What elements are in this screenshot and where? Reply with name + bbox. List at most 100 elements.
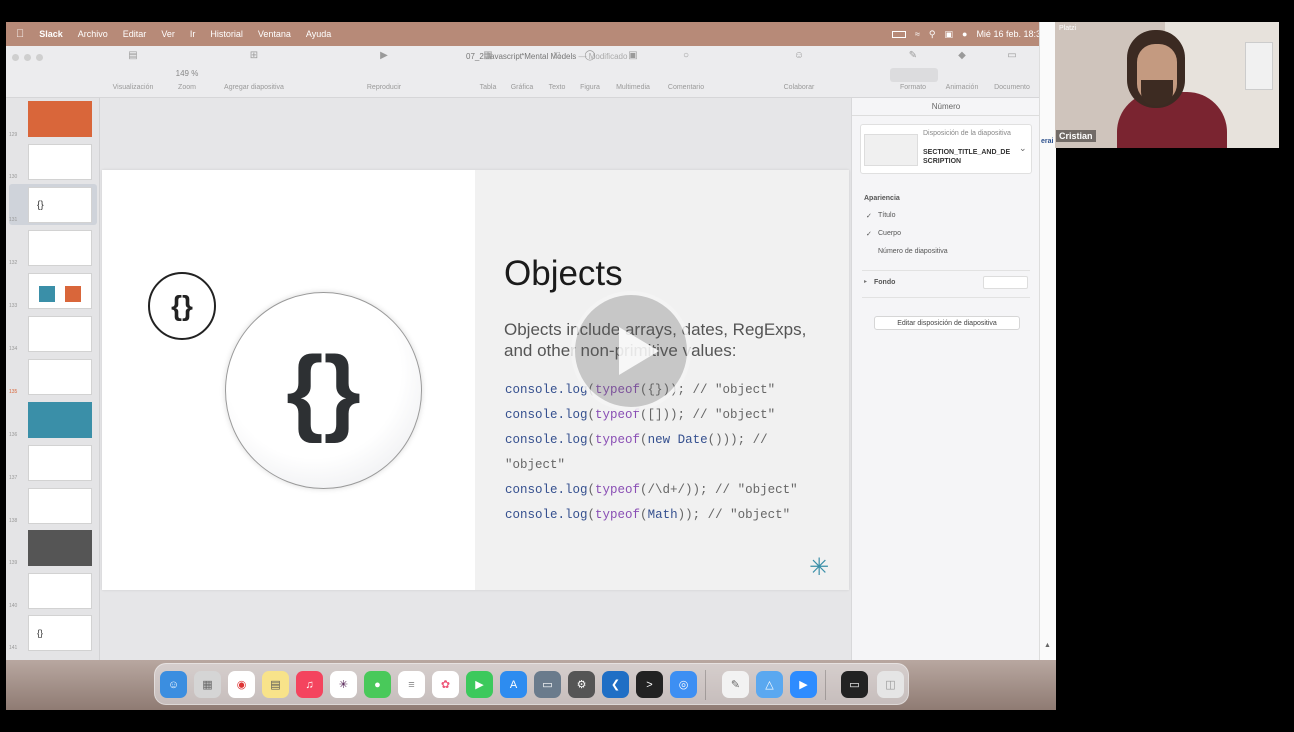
slide-number: 132 <box>9 260 18 266</box>
menu-archivo[interactable]: Archivo <box>78 29 108 39</box>
slack-icon[interactable]: ✳ <box>330 671 357 698</box>
add-slide-icon[interactable]: ⊞ <box>250 50 258 61</box>
slide-thumbnail[interactable] <box>28 445 92 481</box>
chevron-down-icon[interactable]: ⌄ <box>1019 143 1027 154</box>
code-line: console.log(typeof(new Date())); // <box>505 433 768 447</box>
menubar-clock[interactable]: Mié 16 feb. 18:30 <box>976 29 1046 39</box>
comment-icon[interactable]: ○ <box>683 50 689 61</box>
toolbar-media-label[interactable]: Multimedia <box>616 84 650 91</box>
menu-ventana[interactable]: Ventana <box>258 29 291 39</box>
toolbar-comment-label[interactable]: Comentario <box>668 84 704 91</box>
slide-thumbnail[interactable] <box>28 101 92 137</box>
app-store-icon[interactable]: A <box>500 671 527 698</box>
shape-icon[interactable]: ◯ <box>584 50 595 61</box>
zoom-window-button[interactable] <box>36 54 43 61</box>
menu-ver[interactable]: Ver <box>161 29 175 39</box>
chart-icon[interactable]: ◔ <box>519 50 525 61</box>
view-icon[interactable]: ▤ <box>128 50 137 61</box>
close-window-button[interactable] <box>12 54 19 61</box>
terminal-icon[interactable]: > <box>636 671 663 698</box>
body-checkbox-label[interactable]: Cuerpo <box>878 230 901 237</box>
toolbar-collaborate-label[interactable]: Colaborar <box>784 84 815 91</box>
wifi-icon[interactable]: ≈ <box>915 29 920 39</box>
toolbar-play-label[interactable]: Reproducir <box>367 84 401 91</box>
slide-thumbnail[interactable] <box>28 230 92 266</box>
slide-thumbnail[interactable]: {} <box>28 615 92 651</box>
music-icon[interactable]: ♫ <box>296 671 323 698</box>
search-icon[interactable]: ⚲ <box>929 29 936 40</box>
slide-thumbnail-selected[interactable]: {} <box>28 187 92 223</box>
slide-thumbnail[interactable] <box>28 530 92 566</box>
menu-ir[interactable]: Ir <box>190 29 196 39</box>
document-icon[interactable]: ▭ <box>1007 50 1016 61</box>
checkmark-icon[interactable]: ✓ <box>866 212 872 220</box>
zoom-icon[interactable]: ▶ <box>790 671 817 698</box>
toolbar-zoom-value[interactable]: 149 % <box>176 69 199 78</box>
minimized-window-icon[interactable]: ▭ <box>841 671 868 698</box>
slide-thumbnail[interactable] <box>28 402 92 438</box>
code-line: "object" <box>505 458 566 472</box>
chrome-icon[interactable]: ◉ <box>228 671 255 698</box>
toolbar-animate-label[interactable]: Animación <box>946 84 979 91</box>
control-center-icon[interactable]: ▣ <box>944 29 953 40</box>
slide-thumbnail[interactable] <box>28 273 92 309</box>
trash-icon[interactable]: ◫ <box>877 671 904 698</box>
facetime-icon[interactable]: ▶ <box>466 671 493 698</box>
reminders-icon[interactable]: ≡ <box>398 671 425 698</box>
siri-icon[interactable]: ● <box>962 29 967 39</box>
scroll-up-icon[interactable]: ▲ <box>1044 642 1051 649</box>
battery-icon[interactable] <box>891 30 906 38</box>
layout-selector[interactable]: Disposición de la diapositiva SECTION_TI… <box>860 124 1032 174</box>
table-icon[interactable]: ▦ <box>483 50 492 61</box>
checkmark-icon[interactable]: ✓ <box>866 230 872 238</box>
preview-icon[interactable]: ▭ <box>534 671 561 698</box>
title-checkbox-label[interactable]: Título <box>878 212 896 219</box>
toolbar-format-label[interactable]: Formato <box>900 84 926 91</box>
messages-icon[interactable]: ● <box>364 671 391 698</box>
inspector-tab-number[interactable]: Número <box>852 98 1040 116</box>
slide-thumbnail[interactable] <box>28 488 92 524</box>
toolbar-zoom-label[interactable]: Zoom <box>178 84 196 91</box>
background-color-well[interactable] <box>983 276 1028 289</box>
disclosure-arrow-icon[interactable]: ▸ <box>864 278 867 285</box>
slide-thumbnail[interactable] <box>28 316 92 352</box>
video-play-button[interactable] <box>571 291 691 411</box>
apple-icon[interactable]:  <box>16 28 24 40</box>
slide-thumbnail[interactable] <box>28 144 92 180</box>
finder-icon[interactable]: ☺ <box>160 671 187 698</box>
slide-number-checkbox-label[interactable]: Número de diapositiva <box>878 248 948 255</box>
keynote-icon[interactable]: △ <box>756 671 783 698</box>
menu-historial[interactable]: Historial <box>210 29 243 39</box>
vscode-icon[interactable]: ❮ <box>602 671 629 698</box>
play-icon[interactable]: ▶ <box>380 50 388 61</box>
safari-icon[interactable]: ◎ <box>670 671 697 698</box>
edit-layout-button[interactable]: Editar disposición de diapositiva <box>874 316 1020 330</box>
photos-icon[interactable]: ✿ <box>432 671 459 698</box>
textedit-icon[interactable]: ✎ <box>722 671 749 698</box>
slide-thumbnail[interactable] <box>28 573 92 609</box>
notes-icon[interactable]: ▤ <box>262 671 289 698</box>
code-line: console.log(typeof(Math)); // "object" <box>505 508 791 522</box>
format-icon[interactable]: ✎ <box>909 50 917 61</box>
toolbar-add-slide-label[interactable]: Agregar diapositiva <box>224 84 284 91</box>
toolbar-chart-label[interactable]: Gráfica <box>511 84 534 91</box>
minimize-window-button[interactable] <box>24 54 31 61</box>
menu-app-name[interactable]: Slack <box>39 29 63 39</box>
toolbar-shape-label[interactable]: Figura <box>580 84 600 91</box>
launchpad-icon[interactable]: ▦ <box>194 671 221 698</box>
animate-icon[interactable]: ◆ <box>958 50 966 61</box>
toolbar-view-label[interactable]: Visualización <box>113 84 154 91</box>
menu-editar[interactable]: Editar <box>123 29 147 39</box>
current-slide[interactable]: {} {} Objects Objects include arrays, da… <box>102 170 849 590</box>
thumbnail-orange-block <box>65 286 81 302</box>
text-icon[interactable]: □ <box>554 50 560 61</box>
toolbar-table-label[interactable]: Tabla <box>480 84 497 91</box>
collaborate-icon[interactable]: ☺ <box>794 50 804 61</box>
slide-thumbnail[interactable] <box>28 359 92 395</box>
toolbar-text-label[interactable]: Texto <box>549 84 566 91</box>
media-icon[interactable]: ▣ <box>628 50 637 61</box>
toolbar-document-label[interactable]: Documento <box>994 84 1030 91</box>
menu-ayuda[interactable]: Ayuda <box>306 29 331 39</box>
system-preferences-icon[interactable]: ⚙ <box>568 671 595 698</box>
format-tab-highlight[interactable] <box>890 68 938 82</box>
